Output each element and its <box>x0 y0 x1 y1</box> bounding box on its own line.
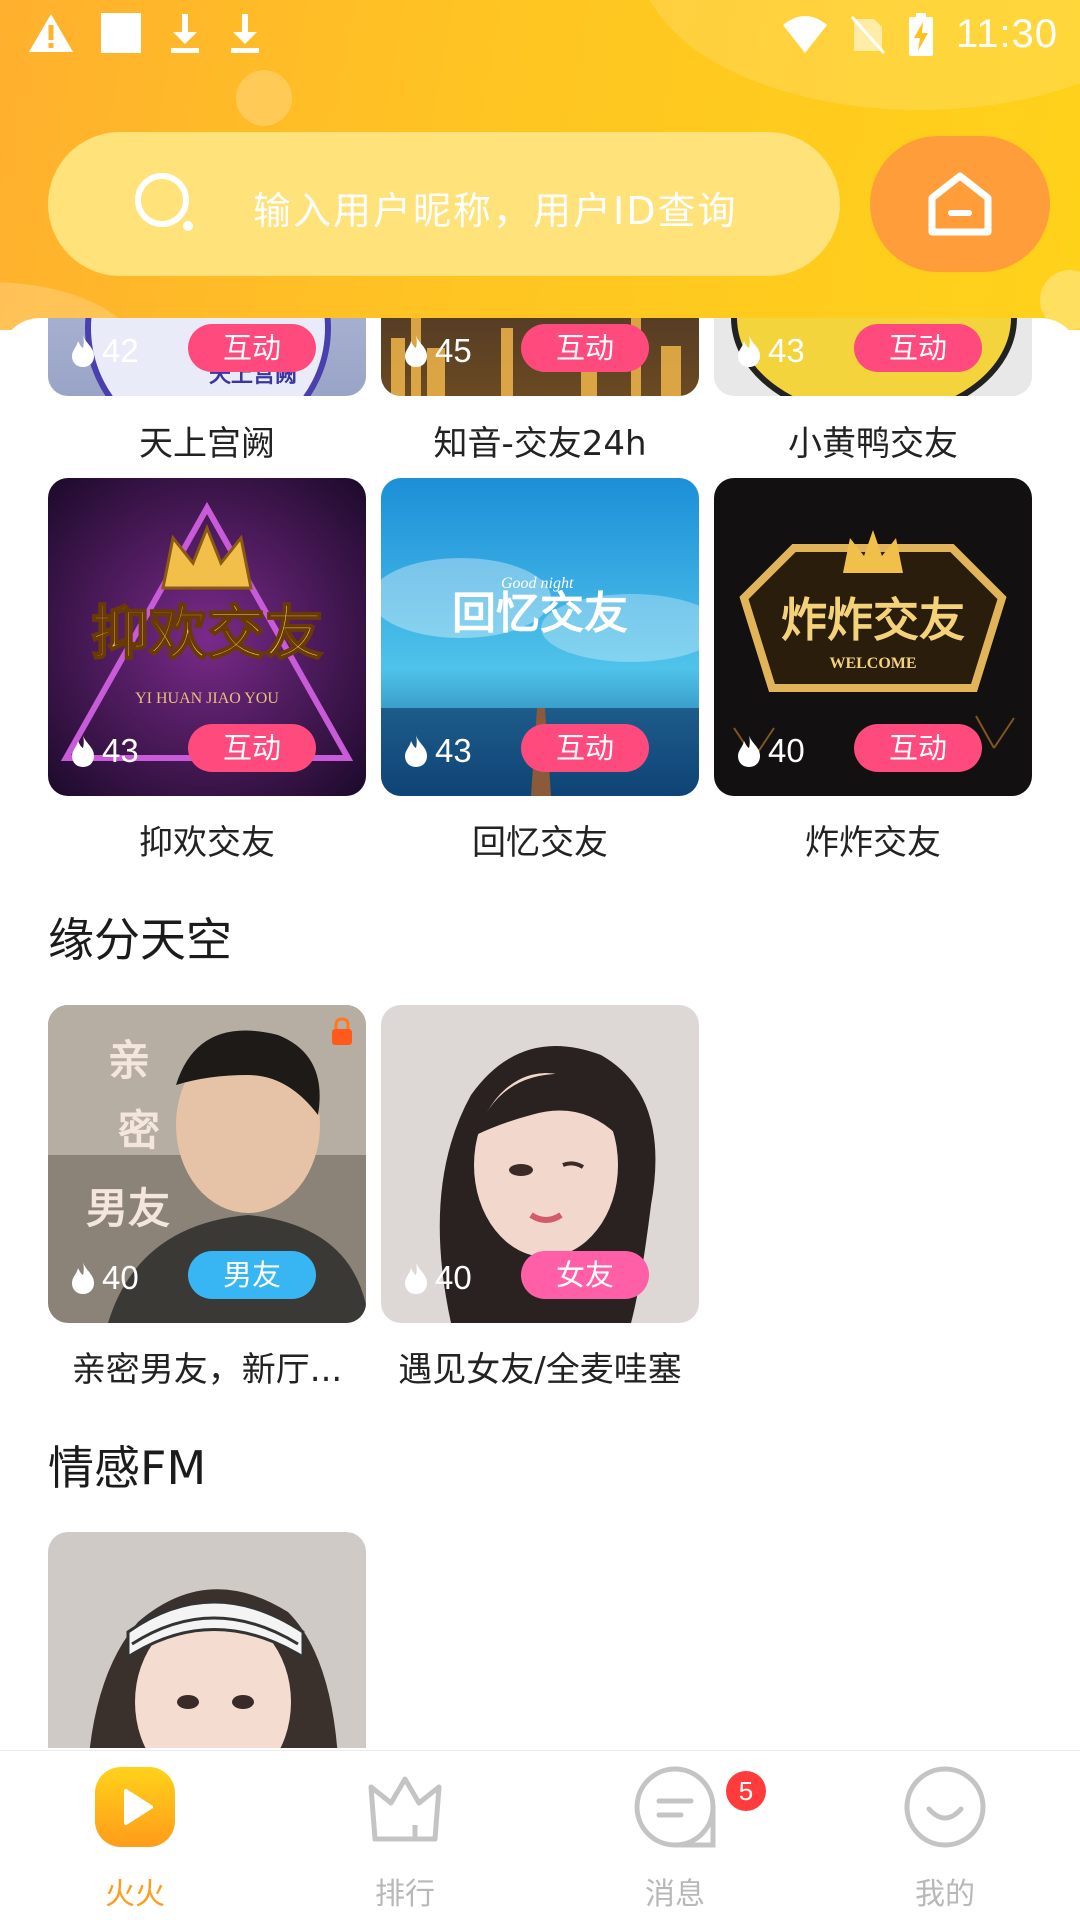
room-card[interactable]: 45 互动 <box>381 318 699 396</box>
room-title: 知音-交友24h <box>433 424 647 464</box>
message-icon <box>634 1766 716 1848</box>
heat-count: 40 <box>736 732 805 770</box>
fire-icon <box>72 735 94 767</box>
crown-icon <box>368 1776 442 1842</box>
svg-text:YI HUAN JIAO YOU: YI HUAN JIAO YOU <box>135 690 279 707</box>
svg-text:抑欢交友: 抑欢交友 <box>91 599 323 667</box>
room-title: 回忆交友 <box>472 823 608 863</box>
nav-label: 我的 <box>915 1877 975 1912</box>
room-card[interactable] <box>48 1532 366 1748</box>
fire-icon <box>738 735 760 767</box>
fire-icon <box>405 735 427 767</box>
room-tag: 互动 <box>854 724 982 772</box>
room-tag: 互动 <box>521 324 649 372</box>
download-icon <box>231 14 259 53</box>
no-sim-icon <box>850 15 885 54</box>
room-tag: 男友 <box>188 1251 316 1299</box>
fire-icon <box>405 1262 427 1294</box>
fire-icon <box>405 335 427 367</box>
room-title: 亲密男友，新厅... <box>71 1350 343 1390</box>
wifi-icon <box>782 15 827 53</box>
nav-item-messages[interactable]: 5 消息 <box>540 1751 810 1920</box>
room-tag: 互动 <box>188 724 316 772</box>
header: 11:30 输入用户昵称，用户ID查询 <box>0 0 1080 330</box>
lock-icon <box>332 1017 352 1045</box>
nav-label: 排行 <box>375 1877 435 1912</box>
bottom-nav: 火火 排行 5 消息 我的 <box>0 1750 1080 1920</box>
download-icon <box>171 14 199 53</box>
room-card[interactable]: 40 女友 <box>381 1005 699 1323</box>
room-tag: 互动 <box>854 324 982 372</box>
warning-icon <box>29 14 73 52</box>
heat-count: 43 <box>736 332 805 370</box>
unread-badge: 5 <box>726 1771 766 1811</box>
content-scroll[interactable]: 天上宫阙 42 互动 45 互动 43 互动 天上宫阙 知音-交友24h 小黄鸭… <box>0 318 1080 1748</box>
fire-icon <box>738 335 760 367</box>
home-icon <box>928 172 992 236</box>
room-card[interactable]: 亲 密 男友 40 男友 <box>48 1005 366 1323</box>
home-button[interactable] <box>870 136 1050 272</box>
section-title: 缘分天空 <box>48 913 232 967</box>
svg-text:亲: 亲 <box>108 1036 150 1085</box>
room-tag: 互动 <box>521 724 649 772</box>
header-decoration <box>236 70 292 126</box>
svg-text:回忆交友: 回忆交友 <box>452 588 628 639</box>
room-tag: 互动 <box>188 324 316 372</box>
heat-count: 40 <box>403 1259 472 1297</box>
svg-text:WELCOME: WELCOME <box>829 655 916 672</box>
svg-text:炸炸交友: 炸炸交友 <box>781 593 965 647</box>
search-bar[interactable]: 输入用户昵称，用户ID查询 <box>48 132 840 276</box>
heat-count: 43 <box>70 732 139 770</box>
play-icon <box>95 1767 175 1847</box>
svg-text:男友: 男友 <box>86 1184 170 1233</box>
section-title: 情感FM <box>48 1441 207 1495</box>
heat-count: 40 <box>70 1259 139 1297</box>
fire-icon <box>72 1262 94 1294</box>
heat-count: 43 <box>403 732 472 770</box>
room-tag: 女友 <box>521 1251 649 1299</box>
svg-text:密: 密 <box>118 1106 160 1155</box>
room-title: 炸炸交友 <box>805 823 941 863</box>
fire-icon <box>72 335 94 367</box>
room-title: 遇见女友/全麦哇塞 <box>398 1350 682 1390</box>
search-icon <box>135 173 193 231</box>
smile-icon <box>904 1766 986 1848</box>
room-card[interactable]: 抑欢交友 YI HUAN JIAO YOU 43 互动 <box>48 478 366 796</box>
room-card[interactable]: 天上宫阙 42 互动 <box>48 318 366 396</box>
nav-label: 火火 <box>105 1877 165 1912</box>
status-time: 11:30 <box>955 12 1058 56</box>
room-title: 小黄鸭交友 <box>788 424 958 464</box>
room-title: 抑欢交友 <box>139 823 275 863</box>
nav-item-huohuo[interactable]: 火火 <box>0 1751 270 1920</box>
nav-item-mine[interactable]: 我的 <box>810 1751 1080 1920</box>
search-input[interactable]: 输入用户昵称，用户ID查询 <box>253 180 737 235</box>
status-bar: 11:30 <box>0 0 1080 78</box>
heat-count: 42 <box>70 332 139 370</box>
room-card[interactable]: 炸炸交友 WELCOME 40 互动 <box>714 478 1032 796</box>
room-card[interactable]: Good night 回忆交友 43 互动 <box>381 478 699 796</box>
room-cover-image <box>48 1532 366 1748</box>
room-card[interactable]: 43 互动 <box>714 318 1032 396</box>
battery-charging-icon <box>908 12 933 56</box>
room-title: 天上宫阙 <box>139 424 275 464</box>
nav-label: 消息 <box>645 1877 705 1912</box>
heat-count: 45 <box>403 332 472 370</box>
nav-item-ranking[interactable]: 排行 <box>270 1751 540 1920</box>
square-icon <box>101 13 141 53</box>
